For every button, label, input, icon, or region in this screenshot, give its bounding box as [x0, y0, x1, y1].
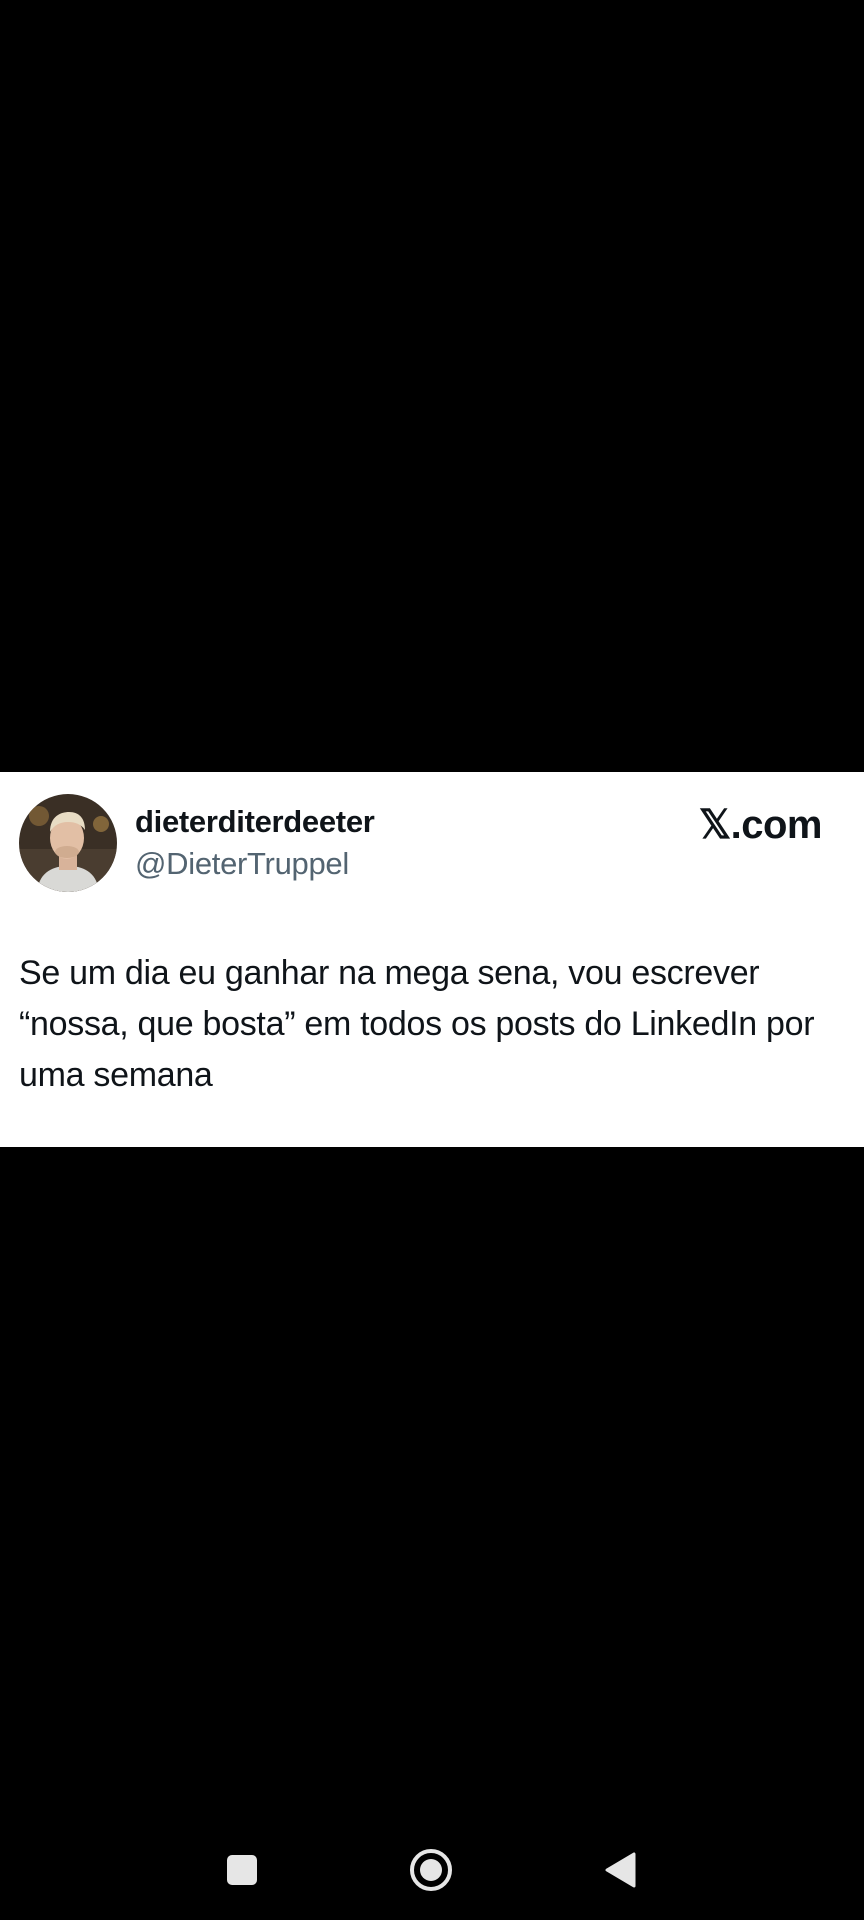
home-button[interactable] — [405, 1844, 457, 1896]
tweet-card[interactable]: dieterditerdeeter @DieterTruppel 𝕏.com S… — [0, 772, 864, 1147]
screen: dieterditerdeeter @DieterTruppel 𝕏.com S… — [0, 0, 864, 1920]
home-icon — [410, 1849, 452, 1891]
recents-icon — [227, 1855, 257, 1885]
recents-button[interactable] — [216, 1844, 268, 1896]
back-icon — [605, 1852, 636, 1888]
back-button[interactable] — [594, 1844, 646, 1896]
user-handle[interactable]: @DieterTruppel — [135, 846, 349, 882]
tweet-text: Se um dia eu ganhar na mega sena, vou es… — [19, 954, 815, 1094]
display-name[interactable]: dieterditerdeeter — [135, 804, 375, 840]
x-com-logo: 𝕏.com — [698, 803, 823, 847]
navigation-bar — [0, 1820, 864, 1920]
avatar[interactable] — [19, 794, 117, 892]
avatar-image — [19, 794, 117, 892]
